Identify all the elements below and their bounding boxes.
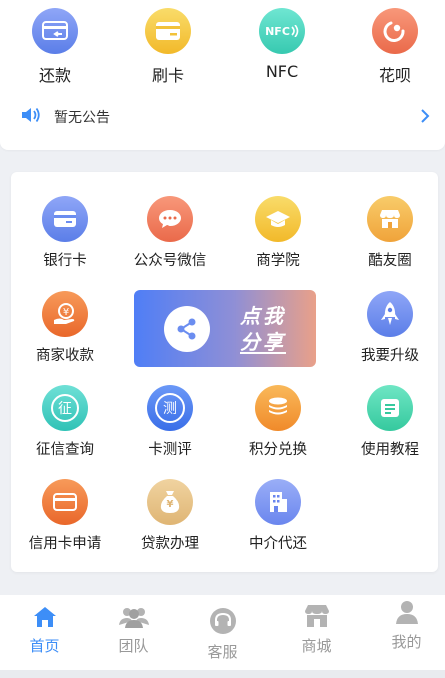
tab-label: 团队 [118,637,149,655]
svg-text:¥: ¥ [63,307,69,318]
quick-actions-row: 还款 刷卡 NFC NFC 花呗 [0,8,445,88]
tab-service[interactable]: 客服 [178,601,267,662]
building-icon [255,479,301,525]
service-label: 酷友圈 [368,253,412,269]
bank-card-icon [42,196,88,242]
card-test-icon-text: 测 [163,401,177,417]
chat-bubble-icon [147,196,193,242]
yuan-hand-icon: ¥ [42,291,88,337]
service-label: 银行卡 [43,253,87,269]
tab-label: 首页 [29,637,60,655]
quick-action-huabei[interactable]: 花呗 [345,8,445,86]
money-bag-icon: ¥ [147,479,193,525]
tab-profile[interactable]: 我的 [362,591,445,652]
quick-action-label: NFC [265,62,299,81]
quick-action-label: 还款 [38,66,71,85]
share-icon [164,305,210,352]
repay-card-icon [32,8,78,54]
graduation-cap-icon [255,196,301,242]
service-loan[interactable]: ¥ 贷款办理 [117,479,223,553]
home-icon [0,595,89,629]
bottom-tab-bar: 首页 团队 客服 商城 我的 [0,595,445,670]
quick-action-label: 刷卡 [151,66,184,85]
service-label: 商学院 [256,253,300,269]
speaker-icon [20,105,42,129]
service-label: 征信查询 [36,442,94,458]
huabei-icon [372,8,418,54]
top-card: 还款 刷卡 NFC NFC 花呗 暂无公告 [0,0,445,150]
credit-card-icon [42,479,88,525]
credit-shield-icon: 征 [42,385,88,431]
chevron-right-icon[interactable] [420,108,430,128]
service-label: 卡测评 [148,442,192,458]
money-bag-icon-text: ¥ [166,499,174,510]
service-upgrade[interactable]: 我要升级 [337,291,443,365]
service-label: 中介代还 [249,536,307,552]
service-tutorial[interactable]: 使用教程 [337,385,443,459]
headset-icon [178,601,267,635]
tab-home[interactable]: 首页 [0,595,89,656]
service-agent-repay[interactable]: 中介代还 [225,479,331,553]
credit-shield-icon-text: 征 [58,401,72,417]
service-label: 商家收款 [36,348,94,364]
tab-label: 我的 [391,633,422,651]
services-card: 银行卡 公众号微信 商学院 酷友圈 ¥ 商家收款 点我 分享 我要升级 征 征信… [11,172,438,572]
nfc-icon-text: NFC [265,24,290,38]
card-test-icon: 测 [147,385,193,431]
quick-action-label: 花呗 [378,66,411,85]
store-icon [367,196,413,242]
document-icon [367,385,413,431]
rocket-icon [367,291,413,337]
service-academy[interactable]: 商学院 [225,196,331,270]
notice-text: 暂无公告 [54,110,110,126]
share-line-1: 点我 [240,303,286,328]
team-icon [89,595,178,629]
share-banner-text: 点我 分享 [240,303,286,355]
service-points-exchange[interactable]: 积分兑换 [225,385,331,459]
service-label: 贷款办理 [141,536,199,552]
coins-icon [255,385,301,431]
service-wechat[interactable]: 公众号微信 [117,196,223,270]
quick-action-nfc[interactable]: NFC NFC [232,8,332,81]
tab-team[interactable]: 团队 [89,595,178,656]
service-label: 我要升级 [361,348,419,364]
quick-action-repay[interactable]: 还款 [5,8,105,86]
tab-label: 商城 [301,637,332,655]
service-bank-card[interactable]: 银行卡 [12,196,118,270]
bottom-strip [0,670,445,678]
service-merchant-payment[interactable]: ¥ 商家收款 [12,291,118,365]
service-friends-circle[interactable]: 酷友圈 [337,196,443,270]
share-line-2: 分享 [240,329,286,354]
service-credit-inquiry[interactable]: 征 征信查询 [12,385,118,459]
notice-bar[interactable]: 暂无公告 [20,104,430,130]
tab-shop[interactable]: 商城 [272,595,361,656]
profile-icon [362,591,445,625]
service-credit-card-apply[interactable]: 信用卡申请 [12,479,118,553]
service-label: 信用卡申请 [28,536,102,552]
service-card-test[interactable]: 测 卡测评 [117,385,223,459]
swipe-card-icon [145,8,191,54]
nfc-icon: NFC [259,8,305,54]
service-label: 使用教程 [361,442,419,458]
service-label: 积分兑换 [249,442,307,458]
tab-label: 客服 [207,643,238,661]
share-banner[interactable]: 点我 分享 [134,290,316,367]
service-label: 公众号微信 [133,253,207,269]
shop-icon [272,595,361,629]
quick-action-swipe[interactable]: 刷卡 [118,8,218,86]
